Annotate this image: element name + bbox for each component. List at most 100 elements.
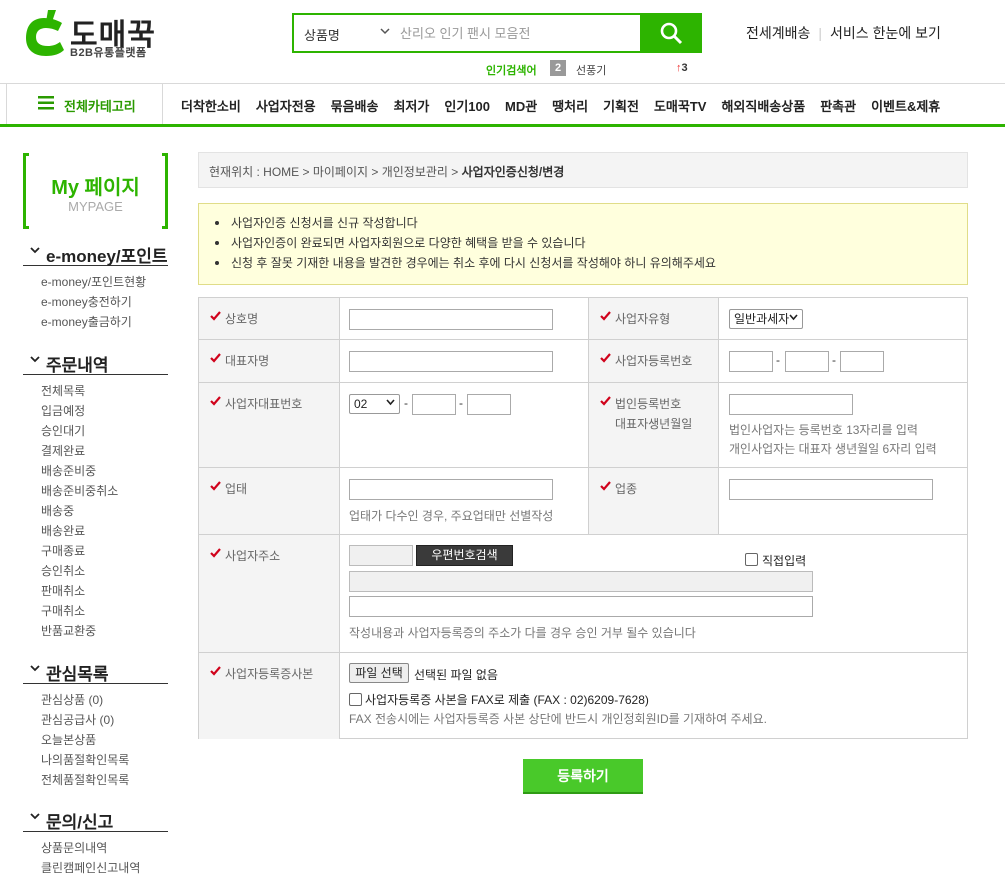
nav-item[interactable]: 이벤트&제휴 <box>871 96 940 115</box>
nav-item[interactable]: 묶음배송 <box>331 96 379 115</box>
corp-number-input[interactable] <box>729 394 853 415</box>
nav-item[interactable]: 최저가 <box>393 96 429 115</box>
required-check-icon <box>210 548 221 558</box>
breadcrumb: 현재위치 : HOME > 마이페이지 > 개인정보관리 > 사업자인증신청/변… <box>198 152 968 188</box>
sidebar-item[interactable]: e-money출금하기 <box>41 314 146 334</box>
biz-number-part1-input[interactable] <box>729 351 773 372</box>
sidebar-item[interactable]: 판매취소 <box>41 583 118 603</box>
link-global-shipping[interactable]: 전세계배송 <box>746 25 810 41</box>
all-categories-label: 전체카테고리 <box>64 99 136 114</box>
sidebar-item[interactable]: 관심공급사 (0) <box>41 712 129 732</box>
sidebar-item[interactable]: 나의품절확인목록 <box>41 752 129 772</box>
sidebar-item[interactable]: 배송완료 <box>41 523 118 543</box>
sidebar-section-header[interactable]: 주문내역 <box>23 351 168 375</box>
sidebar-item[interactable]: 전체품절확인목록 <box>41 772 129 792</box>
chevron-down-icon <box>30 813 40 820</box>
search-button[interactable] <box>640 13 702 53</box>
notice-box: 사업자인증 신청서를 신규 작성합니다 사업자인증이 완료되면 사업자회원으로 다… <box>198 203 968 285</box>
sidebar-item[interactable]: 관심상품 (0) <box>41 692 129 712</box>
business-category-input[interactable] <box>729 479 933 500</box>
sidebar-section-header[interactable]: e-money/포인트 <box>23 242 168 266</box>
sidebar-item[interactable]: 승인취소 <box>41 563 118 583</box>
sidebar-list: 전체목록 입금예정 승인대기 결제완료 배송준비중 배송준비중취소 배송중 배송완료 구매종료 승… <box>41 383 118 643</box>
zipcode-search-button[interactable]: 우편번호검색 <box>416 545 513 566</box>
top-links: 전세계배송 | 서비스 한눈에 보기 <box>746 25 941 41</box>
address-detail-input[interactable] <box>349 596 813 617</box>
form-row: 사업자주소 우편번호검색 직접입력 작성내용과 사업자등록증의 주소가 다를 경… <box>199 535 967 653</box>
sidebar-section-header[interactable]: 관심목록 <box>23 660 168 684</box>
sidebar-item[interactable]: 구매종료 <box>41 543 118 563</box>
sidebar-section-title: 문의/신고 <box>46 813 114 832</box>
biz-number-part3-input[interactable] <box>840 351 884 372</box>
phone-part2-input[interactable] <box>412 394 456 415</box>
address-hint: 작성내용과 사업자등록증의 주소가 다를 경우 승인 거부 될수 있습니다 <box>349 626 696 640</box>
required-check-icon <box>210 311 221 321</box>
trend-keyword[interactable]: 선풍기 <box>576 62 606 78</box>
address-main-input[interactable] <box>349 571 813 592</box>
phone-area-select[interactable]: 02 <box>349 394 400 414</box>
sidebar-section-title: e-money/포인트 <box>46 247 168 266</box>
sidebar-item[interactable]: 클린캠페인신고내역 <box>41 860 140 880</box>
required-check-icon <box>600 481 611 491</box>
biz-number-part2-input[interactable] <box>785 351 829 372</box>
trend-change-value: 3 <box>681 62 688 74</box>
nav-menu: 더착한소비 사업자전용 묶음배송 최저가 인기100 MD관 땡처리 기획전 도매꾹TV 해외직배… <box>181 96 940 115</box>
search-category-select[interactable]: 상품명 <box>304 25 340 44</box>
sidebar-item[interactable]: e-money/포인트현황 <box>41 274 146 294</box>
biz-type-select[interactable]: 일반과세자 <box>729 309 803 329</box>
sidebar-section-title: 주문내역 <box>46 356 109 375</box>
search-input[interactable] <box>400 21 632 45</box>
required-check-icon <box>210 666 221 676</box>
required-check-icon <box>600 311 611 321</box>
all-categories-button[interactable]: 전체카테고리 <box>6 84 163 124</box>
sidebar-list: 상품문의내역 클린캠페인신고내역 <box>41 840 140 880</box>
sidebar-item[interactable]: 입금예정 <box>41 403 118 423</box>
form-row: 대표자명 사업자등록번호 - - <box>199 340 967 383</box>
ceo-name-input[interactable] <box>349 351 553 372</box>
corp-number-hint-1: 법인사업자는 등록번호 13자리를 입력 <box>729 423 918 437</box>
nav-item[interactable]: 땡처리 <box>552 96 588 115</box>
breadcrumb-path: 현재위치 : HOME > 마이페이지 > 개인정보관리 > <box>209 165 462 179</box>
nav-item[interactable]: MD관 <box>505 96 537 115</box>
nav-item[interactable]: 더착한소비 <box>181 96 241 115</box>
nav-item[interactable]: 해외직배송상품 <box>721 96 805 115</box>
nav-item[interactable]: 판촉관 <box>820 96 856 115</box>
mypage-title: My 페이지 <box>51 177 140 199</box>
form-row: 사업자등록증사본 파일 선택 선택된 파일 없음 사업자등록증 사본을 FAX로… <box>199 653 967 739</box>
label-address: 사업자주소 <box>225 549 281 563</box>
zipcode-input[interactable] <box>349 545 413 566</box>
sidebar-item[interactable]: 반품교환중 <box>41 623 118 643</box>
sidebar-item[interactable]: 상품문의내역 <box>41 840 140 860</box>
sidebar-item[interactable]: 구매취소 <box>41 603 118 623</box>
sidebar-item[interactable]: 전체목록 <box>41 383 118 403</box>
business-status-hint: 업태가 다수인 경우, 주요업태만 선별작성 <box>349 509 554 523</box>
nav-item[interactable]: 사업자전용 <box>256 96 316 115</box>
nav-item[interactable]: 기획전 <box>603 96 639 115</box>
link-service-overview[interactable]: 서비스 한눈에 보기 <box>830 25 941 41</box>
required-check-icon <box>600 396 611 406</box>
sidebar-item[interactable]: 배송준비중취소 <box>41 483 118 503</box>
phone-part3-input[interactable] <box>467 394 511 415</box>
sidebar-item[interactable]: 승인대기 <box>41 423 118 443</box>
mypage-subtitle: MYPAGE <box>68 199 123 214</box>
submit-button[interactable]: 등록하기 <box>523 759 643 794</box>
sidebar-item[interactable]: 오늘본상품 <box>41 732 129 752</box>
label-birth-date: 대표자생년월일 <box>615 417 693 431</box>
company-name-input[interactable] <box>349 309 553 330</box>
nav-item[interactable]: 인기100 <box>444 96 490 115</box>
sidebar-section-header[interactable]: 문의/신고 <box>23 808 168 832</box>
biz-type-value: 일반과세자 <box>734 312 790 326</box>
sidebar-item[interactable]: 배송준비중 <box>41 463 118 483</box>
fax-submit-checkbox[interactable] <box>349 693 362 706</box>
sidebar-item[interactable]: 결제완료 <box>41 443 118 463</box>
label-biz-type: 사업자유형 <box>615 312 671 326</box>
nav-item[interactable]: 도매꾹TV <box>654 96 707 115</box>
sidebar-item[interactable]: e-money충전하기 <box>41 294 146 314</box>
business-status-input[interactable] <box>349 479 553 500</box>
logo[interactable]: 도매꾹 B2B유통플랫폼 <box>22 8 162 60</box>
sidebar-item[interactable]: 배송중 <box>41 503 118 523</box>
chevron-down-icon <box>789 314 798 321</box>
direct-input-checkbox[interactable] <box>745 553 758 566</box>
sidebar-list: 관심상품 (0) 관심공급사 (0) 오늘본상품 나의품절확인목록 전체품절확인목록 <box>41 692 129 792</box>
file-select-button[interactable]: 파일 선택 <box>349 663 409 683</box>
